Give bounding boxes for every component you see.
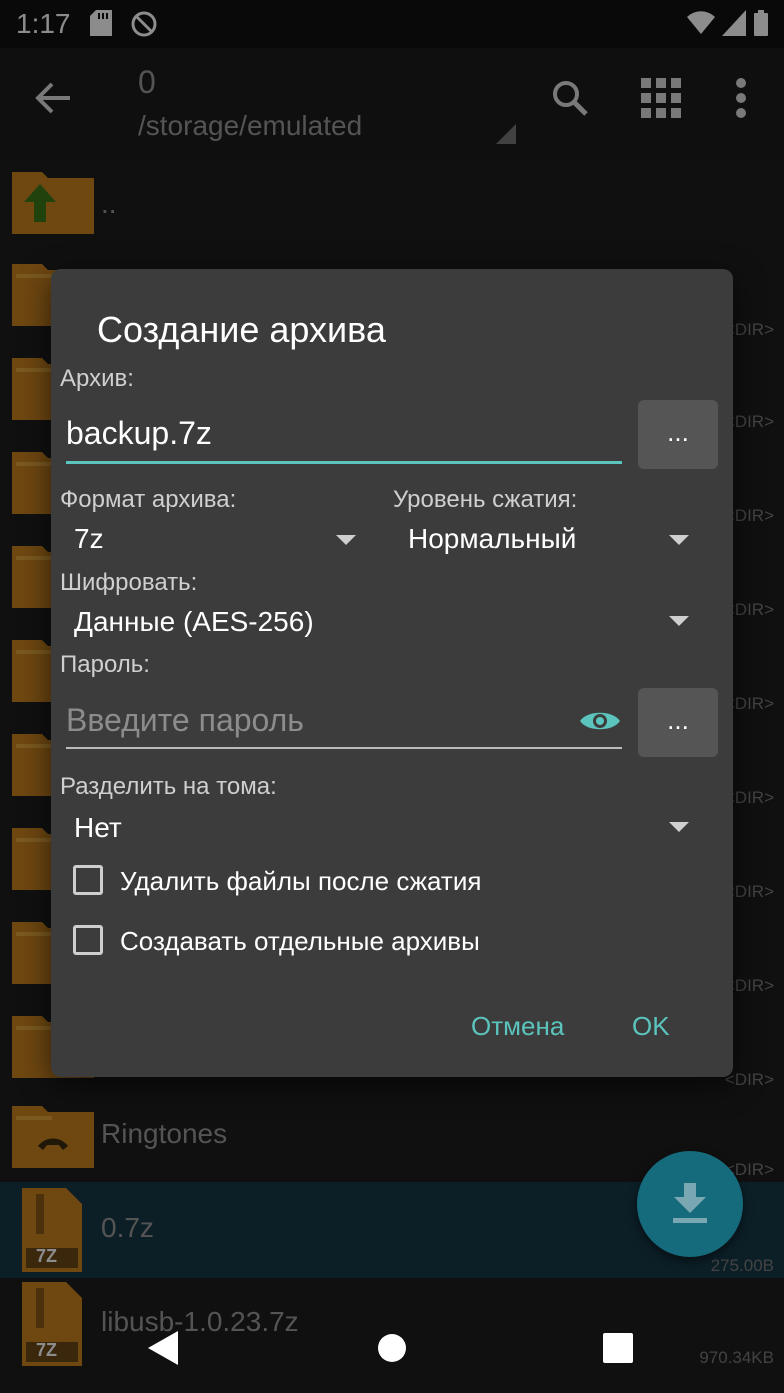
compression-select-value[interactable]: Нормальный bbox=[408, 523, 576, 555]
separate-archives-checkbox[interactable] bbox=[73, 925, 103, 955]
split-label: Разделить на тома: bbox=[60, 773, 277, 800]
nav-back-icon[interactable] bbox=[148, 1331, 178, 1370]
password-label: Пароль: bbox=[60, 651, 150, 678]
format-label: Формат архива: bbox=[60, 486, 237, 513]
compression-label: Уровень сжатия: bbox=[393, 486, 578, 513]
archive-name-input[interactable]: backup.7z bbox=[66, 415, 622, 464]
split-dropdown-icon[interactable] bbox=[669, 822, 689, 832]
encrypt-label: Шифровать: bbox=[60, 569, 198, 596]
compression-dropdown-icon[interactable] bbox=[669, 535, 689, 545]
delete-after-label[interactable]: Удалить файлы после сжатия bbox=[120, 866, 481, 897]
split-select-value[interactable]: Нет bbox=[74, 812, 122, 844]
separate-archives-label[interactable]: Создавать отдельные архивы bbox=[120, 926, 480, 957]
download-icon bbox=[673, 1183, 707, 1228]
format-select-value[interactable]: 7z bbox=[74, 523, 104, 555]
extract-fab-button[interactable] bbox=[637, 1151, 743, 1257]
show-password-eye-icon[interactable] bbox=[579, 707, 621, 740]
nav-home-icon[interactable] bbox=[378, 1334, 406, 1367]
ok-button[interactable]: OK bbox=[632, 1011, 670, 1042]
navigation-bar bbox=[0, 1301, 784, 1393]
password-placeholder: Введите пароль bbox=[66, 702, 304, 738]
format-dropdown-icon[interactable] bbox=[336, 535, 356, 545]
archive-label: Архив: bbox=[60, 365, 134, 392]
dialog-title: Создание архива bbox=[97, 309, 386, 350]
password-options-button[interactable]: ... bbox=[638, 688, 718, 757]
encrypt-select-value[interactable]: Данные (AES-256) bbox=[74, 606, 314, 638]
cancel-button[interactable]: Отмена bbox=[471, 1011, 564, 1042]
create-archive-dialog: Создание архива Архив: backup.7z ... Фор… bbox=[51, 269, 733, 1077]
password-input[interactable]: Введите пароль bbox=[66, 702, 622, 749]
encrypt-dropdown-icon[interactable] bbox=[669, 616, 689, 626]
archive-name-value: backup.7z bbox=[66, 415, 212, 451]
archive-browse-button[interactable]: ... bbox=[638, 400, 718, 469]
nav-recents-icon[interactable] bbox=[603, 1333, 633, 1368]
delete-after-checkbox[interactable] bbox=[73, 865, 103, 895]
